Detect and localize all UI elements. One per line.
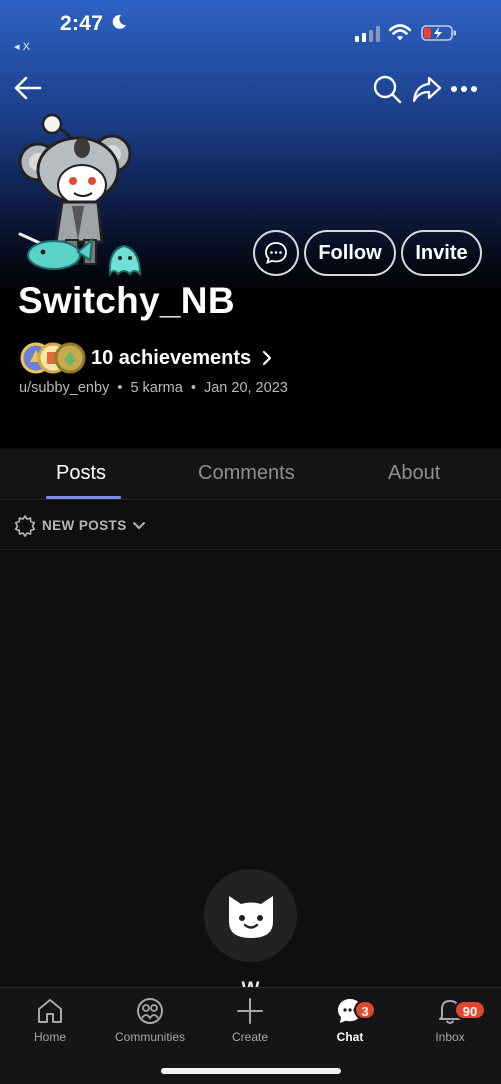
invite-button[interactable]: Invite <box>401 230 482 276</box>
home-indicator[interactable] <box>161 1068 341 1074</box>
status-bar: 2:47 ◂ X <box>0 0 501 56</box>
sort-label: NEW POSTS <box>42 518 127 533</box>
plus-icon <box>237 998 263 1024</box>
home-icon <box>38 999 62 1023</box>
tab-comments[interactable]: Comments <box>198 462 295 485</box>
nav-create-label: Create <box>231 1030 269 1044</box>
join-date: Jan 20, 2023 <box>203 380 288 396</box>
follow-button[interactable]: Follow <box>304 230 396 276</box>
nav-create[interactable]: Create <box>200 996 300 1044</box>
profile-tabs: Posts Comments About <box>0 449 501 500</box>
profile-avatar <box>18 113 142 277</box>
search-icon[interactable] <box>372 74 402 104</box>
tab-about[interactable]: About <box>388 462 440 485</box>
tab-posts[interactable]: Posts <box>56 462 106 485</box>
communities-icon <box>137 998 163 1024</box>
nav-home[interactable]: Home <box>0 996 100 1044</box>
meta-separator: • <box>117 380 123 396</box>
chat-bubble-icon <box>265 242 287 264</box>
new-sparkle-icon <box>14 515 36 537</box>
achievement-badges-icon <box>20 342 86 374</box>
battery-icon <box>421 25 456 41</box>
profile-display-name: Switchy_NB <box>18 280 235 321</box>
more-options-icon[interactable] <box>449 76 479 102</box>
nav-inbox-label: Inbox <box>435 1030 465 1044</box>
username: u/subby_enby <box>19 380 110 396</box>
nav-home-label: Home <box>33 1030 66 1044</box>
active-tab-indicator <box>46 496 121 499</box>
empty-state-illustration <box>204 869 297 962</box>
back-arrow-icon[interactable] <box>12 72 44 104</box>
sort-selector[interactable]: NEW POSTS <box>0 501 501 550</box>
wifi-icon <box>389 24 411 41</box>
profile-meta: u/subby_enby • 5 karma • Jan 20, 2023 <box>19 380 288 396</box>
cellular-signal-icon <box>355 26 380 42</box>
back-to-app-link[interactable]: ◂ X <box>14 40 30 53</box>
chevron-right-icon <box>263 350 272 366</box>
meta-separator: • <box>190 380 196 396</box>
posts-feed: W <box>0 551 501 1000</box>
nav-chat[interactable]: Chat 3 <box>300 996 400 1044</box>
inbox-unread-badge: 90 <box>454 1000 486 1020</box>
chevron-down-icon <box>133 522 145 529</box>
achievements-link[interactable]: 10 achievements <box>20 342 273 374</box>
status-time: 2:47 <box>60 12 104 35</box>
start-chat-button[interactable] <box>253 230 299 276</box>
achievements-count: 10 achievements <box>91 346 252 369</box>
cat-face-icon <box>228 895 273 938</box>
moon-icon <box>112 14 126 29</box>
nav-communities-label: Communities <box>114 1030 186 1044</box>
nav-inbox[interactable]: Inbox 90 <box>400 996 500 1044</box>
chat-unread-badge: 3 <box>354 1000 376 1020</box>
nav-communities[interactable]: Communities <box>100 996 200 1044</box>
karma-count: 5 karma <box>130 380 183 396</box>
share-icon[interactable] <box>412 74 442 104</box>
nav-chat-label: Chat <box>336 1030 364 1044</box>
